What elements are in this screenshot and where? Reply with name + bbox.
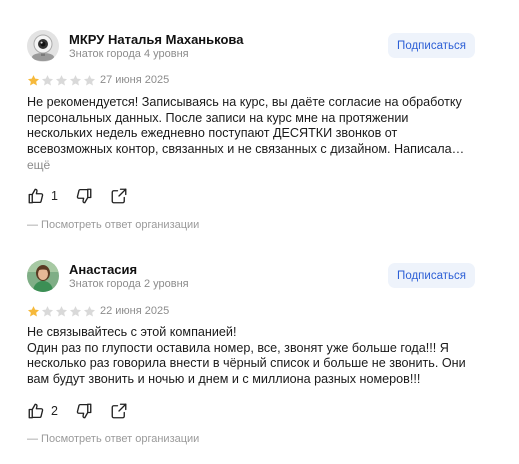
review-text-line: Не рекомендуется! Записываясь на курс, в…	[27, 95, 462, 109]
author-level: Знаток города 2 уровня	[69, 278, 189, 290]
author-avatar[interactable]	[27, 30, 59, 62]
review-text-line: Не связывайтесь с этой компанией!	[27, 325, 237, 339]
rating-stars	[27, 305, 97, 319]
author-name[interactable]: МКРУ Наталья Маханькова	[69, 32, 243, 47]
share-button[interactable]	[110, 402, 128, 420]
review-text-line: несколько раз говорила внести в чёрный с…	[27, 356, 466, 370]
author-avatar[interactable]	[27, 260, 59, 292]
review-date: 27 июня 2025	[100, 74, 170, 86]
webcam-avatar-icon	[27, 30, 59, 62]
review-text-line: персональных данных. После записи на кур…	[27, 110, 409, 125]
dislike-button[interactable]	[75, 187, 93, 205]
author-name[interactable]: Анастасия	[69, 262, 137, 277]
review-text: Не рекомендуется! Записываясь на курс, в…	[27, 95, 497, 157]
org-reply-link[interactable]: — Посмотреть ответ организации	[27, 433, 199, 445]
dislike-icon	[76, 403, 92, 419]
star-filled-icon	[27, 75, 40, 86]
star-empty-icon	[41, 75, 54, 86]
like-button[interactable]: 1	[27, 187, 58, 205]
like-count: 1	[51, 189, 58, 203]
review-text: Не связывайтесь с этой компанией! Один р…	[27, 325, 497, 387]
subscribe-button[interactable]: Подписаться	[388, 263, 475, 288]
subscribe-button[interactable]: Подписаться	[388, 33, 475, 58]
review-text-line: Один раз по глупости оставила номер, все…	[27, 340, 449, 355]
like-icon	[28, 403, 44, 419]
review-text-line: нескольких недель ежедневно поступают ДЕ…	[27, 126, 398, 140]
share-icon	[111, 403, 127, 419]
review-text-line: всевозможных контор, связанных и не связ…	[27, 141, 465, 156]
like-icon	[28, 188, 44, 204]
like-button[interactable]: 2	[27, 402, 58, 420]
star-empty-icon	[55, 306, 68, 317]
review-text-line: вам будут звонить и ночью и днем и с мил…	[27, 371, 421, 386]
star-empty-icon	[69, 306, 82, 317]
user-photo-avatar-icon	[27, 260, 59, 292]
star-empty-icon	[55, 75, 68, 86]
org-reply-link[interactable]: — Посмотреть ответ организации	[27, 219, 199, 231]
star-empty-icon	[69, 75, 82, 86]
review-date: 22 июня 2025	[100, 305, 170, 317]
star-empty-icon	[83, 75, 96, 86]
star-filled-icon	[27, 306, 40, 317]
author-level: Знаток города 4 уровня	[69, 48, 189, 60]
star-empty-icon	[41, 306, 54, 317]
read-more-link[interactable]: ещё	[27, 158, 50, 172]
rating-stars	[27, 74, 97, 88]
star-empty-icon	[83, 306, 96, 317]
dislike-button[interactable]	[75, 402, 93, 420]
dislike-icon	[76, 188, 92, 204]
like-count: 2	[51, 404, 58, 418]
share-icon	[111, 188, 127, 204]
share-button[interactable]	[110, 187, 128, 205]
